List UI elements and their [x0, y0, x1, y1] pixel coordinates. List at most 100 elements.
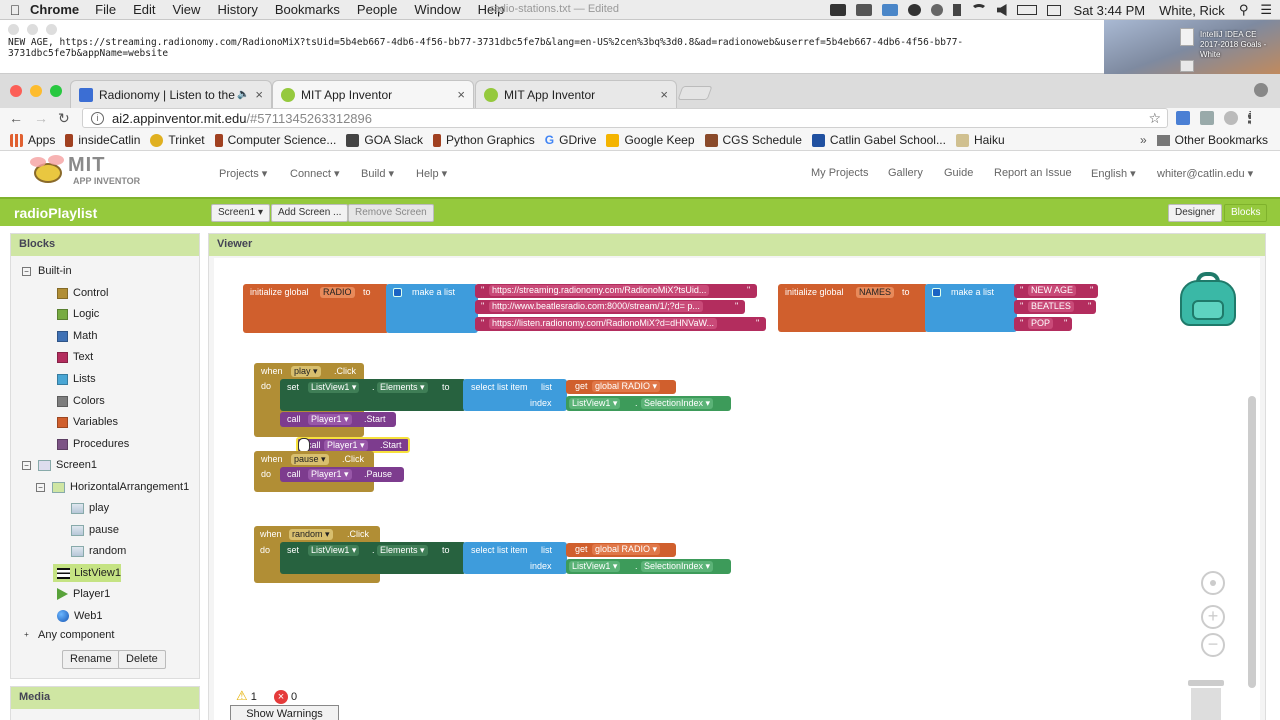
bookmark-gdrive[interactable]: G GDrive: [545, 133, 597, 147]
variable-name-field[interactable]: NAMES: [856, 287, 895, 298]
bookmark-insidecatlin[interactable]: insideCatlin: [65, 133, 140, 147]
menubar-clock[interactable]: Sat 3:44 PM: [1074, 3, 1146, 18]
set-listview-elements-block[interactable]: set ListView1 ▾ . Elements ▾ to: [280, 379, 466, 411]
extension-icon[interactable]: [1176, 111, 1190, 125]
tree-button-random[interactable]: random: [71, 542, 126, 560]
tree-procedures[interactable]: Procedures: [57, 435, 129, 453]
component-dropdown[interactable]: ListView1 ▾: [569, 561, 621, 572]
menu-account[interactable]: whiter@catlin.edu ▾: [1157, 167, 1253, 180]
menu-language[interactable]: English ▾: [1091, 167, 1136, 180]
component-dropdown[interactable]: ListView1 ▾: [308, 545, 360, 556]
component-dropdown[interactable]: random ▾: [289, 529, 333, 540]
close-tab-icon[interactable]: ×: [457, 87, 465, 102]
menu-projects[interactable]: Projects ▾: [219, 167, 267, 180]
other-bookmarks[interactable]: » Other Bookmarks: [1140, 133, 1268, 147]
bookmark-apps[interactable]: Apps: [10, 133, 55, 147]
text-block-beatles[interactable]: " BEATLES ": [1014, 300, 1096, 314]
make-a-list-block[interactable]: make a list: [925, 284, 1017, 332]
tree-any-component[interactable]: + Any component: [22, 626, 114, 644]
bookmark-computer-science[interactable]: Computer Science...: [214, 133, 336, 147]
tray-gear-icon[interactable]: [930, 4, 943, 16]
listview-selectionindex-block[interactable]: ListView1 ▾ . SelectionIndex ▾: [566, 396, 731, 411]
rename-button[interactable]: Rename: [62, 650, 120, 669]
link-report-issue[interactable]: Report an Issue: [994, 167, 1072, 179]
speaker-icon[interactable]: 🔈: [237, 89, 249, 100]
tray-app-icon[interactable]: [855, 4, 872, 16]
bookmark-goa-slack[interactable]: GOA Slack: [346, 133, 423, 147]
set-listview-elements-block[interactable]: set ListView1 ▾ . Elements ▾ to: [280, 542, 466, 574]
screen-record-icon[interactable]: [881, 4, 898, 16]
close-tab-icon[interactable]: ×: [660, 87, 668, 102]
get-global-radio-block[interactable]: get global RADIO ▾: [566, 543, 676, 557]
property-dropdown[interactable]: SelectionIndex ▾: [641, 561, 714, 572]
tree-text[interactable]: Text: [57, 348, 93, 366]
extension-icon[interactable]: [1200, 111, 1214, 125]
back-icon[interactable]: ←: [9, 110, 23, 126]
tree-control[interactable]: Control: [57, 284, 108, 302]
tree-screen1[interactable]: − Screen1: [22, 456, 97, 474]
screen-selector[interactable]: Screen1 ▾: [211, 204, 271, 222]
menu-build[interactable]: Build ▾: [361, 167, 394, 180]
bookmark-cgs-schedule[interactable]: CGS Schedule: [704, 133, 802, 147]
component-dropdown[interactable]: Player1 ▾: [308, 414, 352, 425]
text-editor-content[interactable]: NEW AGE, https://streaming.radionomy.com…: [0, 20, 1040, 59]
file-icon[interactable]: [1180, 60, 1194, 72]
chrome-menu-icon[interactable]: [1248, 111, 1252, 125]
property-dropdown[interactable]: Elements ▾: [377, 382, 428, 393]
call-player-start-block[interactable]: call Player1 ▾ .Start: [280, 412, 396, 427]
property-dropdown[interactable]: Elements ▾: [377, 545, 428, 556]
workspace-scrollbar[interactable]: [1248, 396, 1256, 688]
reload-icon[interactable]: ↻: [58, 110, 70, 127]
get-global-radio-block[interactable]: get global RADIO ▾: [566, 380, 676, 394]
menubar-user[interactable]: White, Rick: [1159, 3, 1225, 18]
close-window-button[interactable]: [10, 85, 22, 97]
new-tab-button[interactable]: [677, 86, 713, 100]
component-dropdown[interactable]: ListView1 ▾: [569, 398, 621, 409]
listview-selectionindex-block[interactable]: ListView1 ▾ . SelectionIndex ▾: [566, 559, 731, 574]
tree-horizontal-arrangement[interactable]: − HorizontalArrangement1: [36, 478, 189, 496]
text-block-url2[interactable]: " http://www.beatlesradio.com:8000/stream…: [475, 300, 745, 314]
link-gallery[interactable]: Gallery: [888, 167, 923, 179]
bookmark-haiku[interactable]: Haiku: [955, 133, 1005, 147]
tree-player1[interactable]: Player1: [57, 585, 110, 603]
component-dropdown[interactable]: Player1 ▾: [308, 469, 352, 480]
variable-name-field[interactable]: RADIO: [320, 287, 355, 298]
desktop-file-label[interactable]: IntelliJ IDEA CE 2017-2018 Goals - White: [1200, 30, 1280, 60]
mutator-gear-icon[interactable]: [932, 288, 941, 298]
battery-icon[interactable]: [1016, 5, 1037, 15]
add-screen-button[interactable]: Add Screen ...: [271, 204, 349, 222]
address-bar[interactable]: i ai2.appinventor.mit.edu/#5711345263312…: [82, 108, 1168, 128]
select-list-item-block[interactable]: select list item list index: [463, 379, 567, 411]
tab-app-inventor-active[interactable]: MIT App Inventor ×: [272, 80, 474, 108]
text-field[interactable]: https://listen.radionomy.com/RadionoMiX?…: [489, 318, 718, 329]
tree-builtin[interactable]: − Built-in: [22, 262, 72, 280]
collapse-icon[interactable]: −: [22, 266, 31, 276]
menubar-file[interactable]: File: [95, 2, 116, 17]
text-block-url1[interactable]: " https://streaming.radionomy.com/Radiono…: [475, 284, 757, 298]
tree-variables[interactable]: Variables: [57, 413, 118, 431]
component-dropdown[interactable]: pause ▾: [291, 454, 329, 465]
tree-web1[interactable]: Web1: [57, 607, 103, 625]
select-list-item-block[interactable]: select list item list index: [463, 542, 567, 574]
bookmark-catlin-gabel[interactable]: Catlin Gabel School...: [811, 133, 946, 147]
keyboard-icon[interactable]: [1046, 4, 1061, 16]
text-field[interactable]: https://streaming.radionomy.com/RadionoM…: [489, 285, 710, 296]
component-dropdown[interactable]: Player1 ▾: [324, 440, 368, 451]
dropbox-icon[interactable]: [829, 4, 846, 16]
trash-can-icon[interactable]: [1188, 680, 1224, 720]
spotlight-icon[interactable]: ⚲: [1239, 2, 1249, 18]
menubar-view[interactable]: View: [172, 2, 200, 17]
designer-button[interactable]: Designer: [1168, 204, 1223, 222]
expand-icon[interactable]: +: [22, 630, 31, 640]
component-dropdown[interactable]: ListView1 ▾: [308, 382, 360, 393]
link-guide[interactable]: Guide: [944, 167, 973, 179]
volume-icon[interactable]: [996, 4, 1007, 16]
collapse-icon[interactable]: −: [36, 482, 45, 492]
zoom-window-button[interactable]: [50, 85, 62, 97]
tab-app-inventor[interactable]: MIT App Inventor ×: [475, 80, 677, 108]
text-block-url3[interactable]: " https://listen.radionomy.com/RadionoMiX…: [475, 317, 766, 331]
delete-button[interactable]: Delete: [118, 650, 166, 669]
blocks-button[interactable]: Blocks: [1224, 204, 1268, 222]
app-inventor-logo[interactable]: MIT APP INVENTOR: [30, 155, 140, 186]
menubar-edit[interactable]: Edit: [133, 2, 155, 17]
